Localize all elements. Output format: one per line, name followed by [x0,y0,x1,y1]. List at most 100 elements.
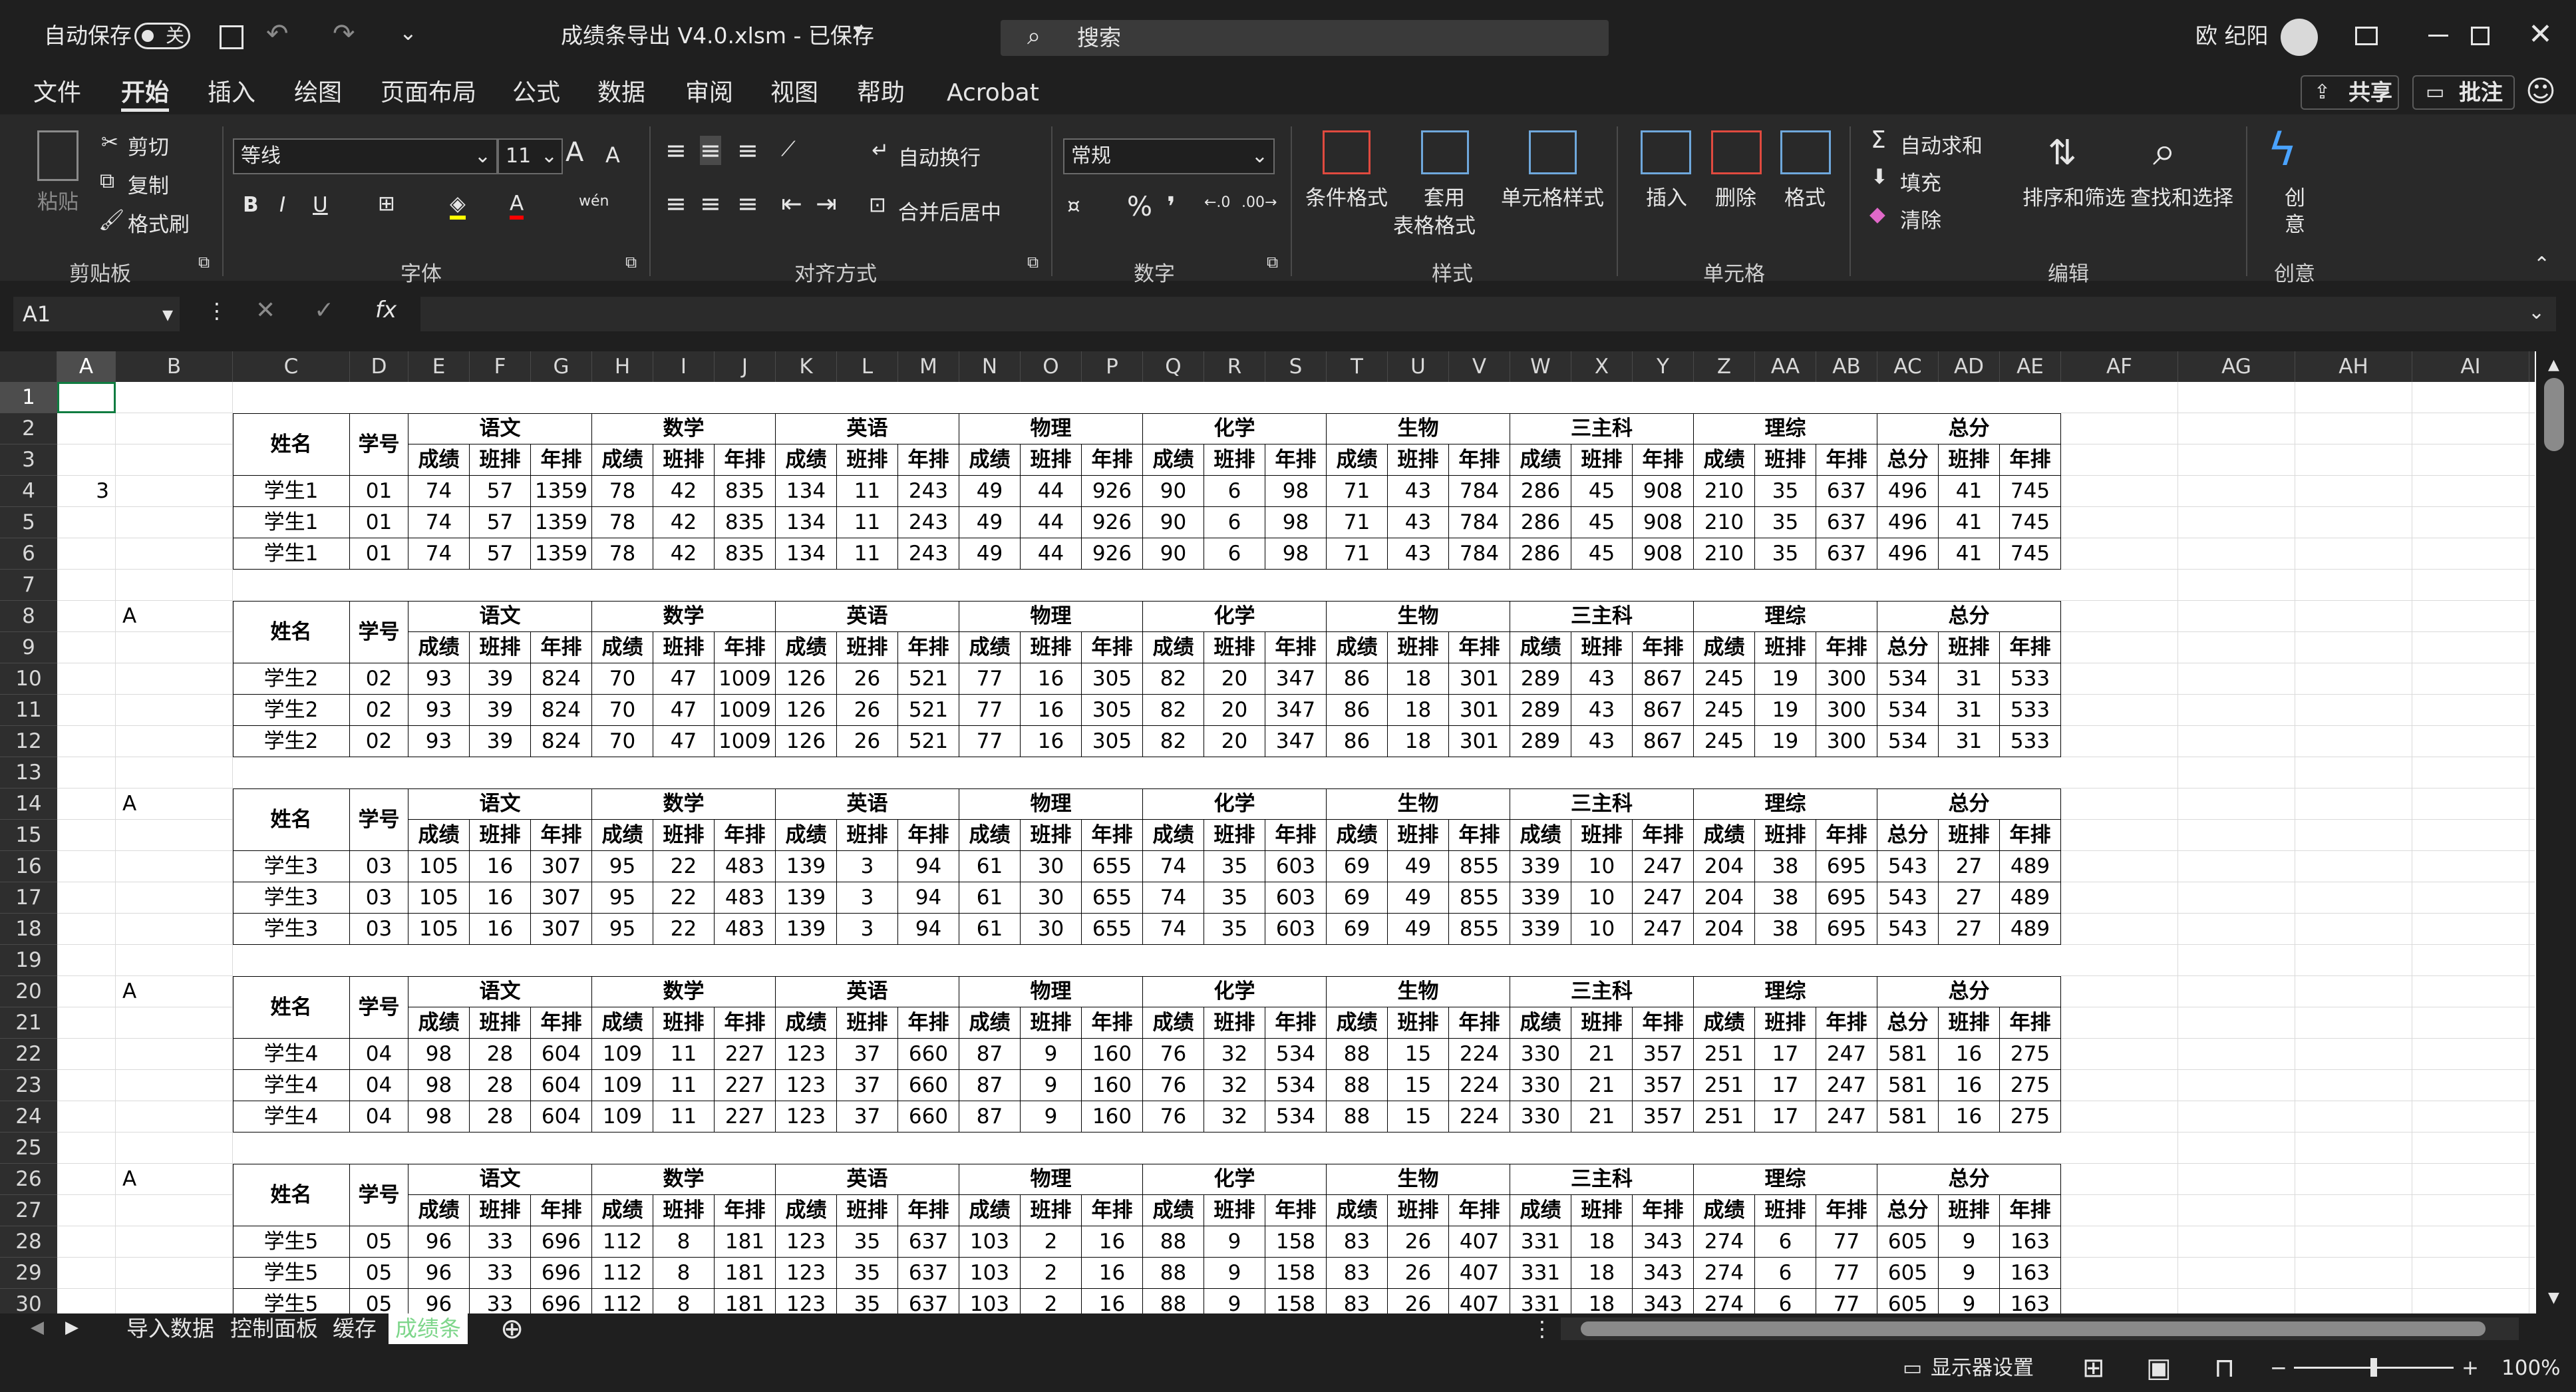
student-name-cell[interactable]: 学生4 [233,1039,350,1070]
score-cell[interactable]: 908 [1633,507,1694,538]
column-header-x[interactable]: X [1571,351,1633,382]
score-cell[interactable]: 534 [1877,663,1939,695]
header-id[interactable]: 学号 [350,976,408,1039]
header-subcolumn[interactable]: 班排 [1939,444,2000,476]
score-cell[interactable]: 158 [1265,1226,1327,1258]
score-cell[interactable]: 160 [1082,1070,1143,1101]
score-cell[interactable]: 39 [470,695,531,726]
score-cell[interactable]: 533 [2000,726,2061,757]
score-cell[interactable]: 247 [1816,1101,1877,1132]
row-header-11[interactable]: 11 [0,695,57,726]
student-name-cell[interactable]: 学生4 [233,1101,350,1132]
score-cell[interactable]: 87 [959,1039,1021,1070]
score-cell[interactable]: 3 [837,882,898,914]
score-cell[interactable]: 695 [1816,882,1877,914]
header-subject[interactable]: 物理 [959,1164,1143,1195]
header-id[interactable]: 学号 [350,788,408,851]
score-cell[interactable]: 31 [1939,695,2000,726]
zoom-slider[interactable] [2294,1358,2454,1377]
column-header-z[interactable]: Z [1694,351,1755,382]
score-cell[interactable]: 496 [1877,538,1939,570]
score-cell[interactable]: 57 [470,476,531,507]
score-cell[interactable]: 83 [1327,1226,1388,1258]
menu-view[interactable]: 视图 [770,72,818,114]
score-cell[interactable]: 86 [1327,726,1388,757]
header-subject[interactable]: 理综 [1694,413,1877,444]
score-cell[interactable]: 74 [408,538,470,570]
score-cell[interactable]: 16 [470,851,531,882]
score-cell[interactable]: 534 [1265,1070,1327,1101]
score-cell[interactable]: 77 [1816,1226,1877,1258]
column-header-w[interactable]: W [1510,351,1571,382]
score-cell[interactable]: 9 [1021,1101,1082,1132]
header-subject[interactable]: 化学 [1143,413,1327,444]
header-subcolumn[interactable]: 年排 [898,1007,959,1039]
score-cell[interactable]: 78 [592,538,653,570]
row-header-15[interactable]: 15 [0,820,57,851]
score-cell[interactable]: 86 [1327,695,1388,726]
score-cell[interactable]: 20 [1204,663,1265,695]
sheet-tab-control[interactable]: 控制面板 [230,1313,318,1344]
accounting-format-icon[interactable]: ¤ [1067,194,1080,218]
score-cell[interactable]: 20 [1204,695,1265,726]
score-cell[interactable]: 22 [653,851,715,882]
header-name[interactable]: 姓名 [233,1164,350,1226]
header-subcolumn[interactable]: 班排 [1388,632,1449,663]
header-subcolumn[interactable]: 成绩 [408,1195,470,1226]
score-cell[interactable]: 37 [837,1039,898,1070]
score-cell[interactable]: 1009 [715,726,776,757]
horizontal-scroll-thumb[interactable] [1581,1321,2486,1336]
block-marker[interactable]: A [116,1164,233,1195]
header-subcolumn[interactable]: 年排 [1816,1007,1877,1039]
score-cell[interactable]: 134 [776,507,837,538]
header-name[interactable]: 姓名 [233,788,350,851]
score-cell[interactable]: 1359 [531,538,592,570]
score-cell[interactable]: 533 [2000,695,2061,726]
score-cell[interactable]: 98 [408,1070,470,1101]
score-cell[interactable]: 8 [653,1226,715,1258]
row-header-21[interactable]: 21 [0,1007,57,1039]
format-as-table-label-2[interactable]: 表格格式 [1393,209,1476,239]
score-cell[interactable]: 181 [715,1258,776,1289]
header-subject[interactable]: 理综 [1694,788,1877,820]
autosave-toggle[interactable]: 关 [134,23,190,49]
row-header-17[interactable]: 17 [0,882,57,914]
score-cell[interactable]: 31 [1939,726,2000,757]
score-cell[interactable]: 926 [1082,507,1143,538]
score-cell[interactable]: 695 [1816,914,1877,945]
score-cell[interactable]: 61 [959,882,1021,914]
score-cell[interactable]: 87 [959,1101,1021,1132]
header-subcolumn[interactable]: 成绩 [1327,820,1388,851]
row-header-13[interactable]: 13 [0,757,57,788]
score-cell[interactable]: 604 [531,1039,592,1070]
score-cell[interactable]: 204 [1694,882,1755,914]
score-cell[interactable]: 35 [1204,914,1265,945]
score-cell[interactable]: 57 [470,507,531,538]
header-subcolumn[interactable]: 年排 [531,632,592,663]
increase-decimal-icon[interactable]: ←.0 [1204,194,1230,211]
score-cell[interactable]: 42 [653,507,715,538]
score-cell[interactable]: 543 [1877,882,1939,914]
score-cell[interactable]: 603 [1265,914,1327,945]
header-subcolumn[interactable]: 成绩 [592,820,653,851]
format-as-table-label-1[interactable]: 套用 [1424,181,1465,211]
score-cell[interactable]: 77 [1816,1258,1877,1289]
score-cell[interactable]: 6 [1755,1258,1816,1289]
zoom-in-icon[interactable]: + [2462,1344,2479,1392]
score-cell[interactable]: 139 [776,882,837,914]
score-cell[interactable]: 15 [1388,1039,1449,1070]
score-cell[interactable]: 105 [408,851,470,882]
font-name-select[interactable]: 等线 ⌄ [233,138,498,174]
score-cell[interactable]: 357 [1633,1101,1694,1132]
score-cell[interactable]: 26 [837,695,898,726]
score-cell[interactable]: 21 [1571,1101,1633,1132]
column-header-u[interactable]: U [1388,351,1449,382]
header-subcolumn[interactable]: 成绩 [1510,444,1571,476]
header-subcolumn[interactable]: 成绩 [1143,632,1204,663]
score-cell[interactable]: 160 [1082,1039,1143,1070]
score-cell[interactable]: 45 [1571,538,1633,570]
score-cell[interactable]: 330 [1510,1039,1571,1070]
score-cell[interactable]: 604 [531,1101,592,1132]
score-cell[interactable]: 163 [2000,1289,2061,1313]
student-name-cell[interactable]: 学生1 [233,507,350,538]
